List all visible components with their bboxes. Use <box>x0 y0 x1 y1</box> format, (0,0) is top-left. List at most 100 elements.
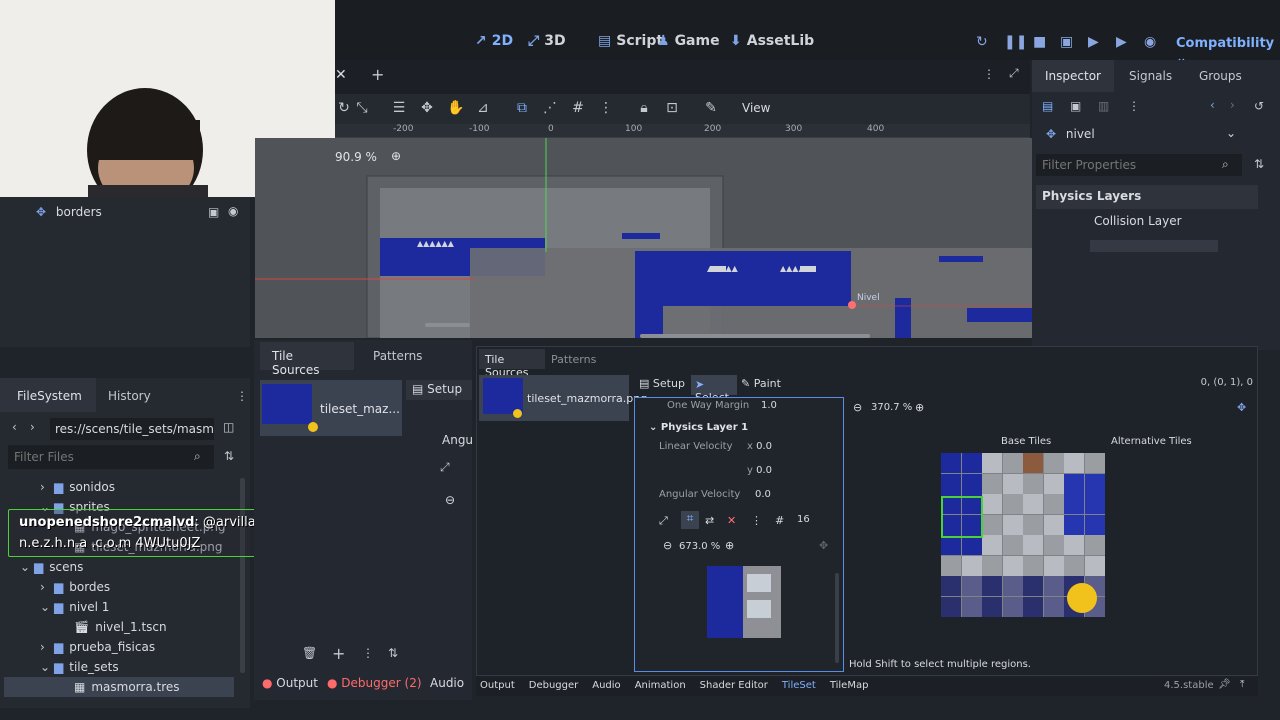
atlas-tile[interactable] <box>982 453 1002 473</box>
grid-snap-icon[interactable]: # <box>570 100 586 116</box>
ruler-tool-icon[interactable]: ⊿ <box>475 100 491 116</box>
atlas-tile[interactable] <box>1064 453 1084 473</box>
new-resource-icon[interactable]: ▤ <box>1042 99 1053 113</box>
atlas-tile[interactable] <box>1064 473 1084 494</box>
close-tab-icon[interactable]: ✕ <box>335 67 347 83</box>
atlas-tile[interactable] <box>961 535 982 555</box>
delete-icon[interactable]: 🗑︎ <box>302 646 317 660</box>
view-menu[interactable]: View <box>742 101 770 115</box>
zoom-in-icon[interactable]: ⊕ <box>725 539 734 552</box>
atlas-tile[interactable] <box>1023 555 1043 576</box>
atlas-tile[interactable] <box>1023 535 1043 555</box>
expand-panel-icon[interactable]: ⤒ <box>1240 679 1244 690</box>
history-back-icon[interactable]: ‹ <box>1210 98 1215 112</box>
zoom-out-icon[interactable]: ⊖ <box>445 493 455 507</box>
atlas-tile[interactable] <box>1084 514 1105 535</box>
atlas-tile[interactable] <box>961 555 982 576</box>
select-mode-button[interactable]: ➤ Select <box>691 375 737 404</box>
flip-h-icon[interactable]: ⇄ <box>705 514 714 527</box>
atlas-tile[interactable] <box>1043 514 1064 535</box>
file-tree-item[interactable]: ⌄ ▆ nivel 1 <box>4 597 234 617</box>
atlas-tile[interactable] <box>1043 453 1064 473</box>
tab-inspector[interactable]: Inspector <box>1032 60 1114 92</box>
bottom-tab-tileset[interactable]: TileSet <box>782 680 816 696</box>
atlas-tile[interactable] <box>1023 576 1043 596</box>
center-view-icon[interactable]: ✥ <box>819 539 828 552</box>
atlas-tile[interactable] <box>982 514 1002 535</box>
tab-history[interactable]: History <box>108 389 151 403</box>
node-selector[interactable]: ✥ nivel ⌄ <box>1036 123 1242 145</box>
atlas-tile[interactable] <box>941 576 961 596</box>
distraction-free-icon[interactable]: ⤢ <box>1009 66 1019 81</box>
group-icon[interactable]: ⊡ <box>664 100 680 116</box>
more-icon[interactable]: ⋮ <box>983 67 995 81</box>
atlas-tile[interactable] <box>1064 535 1084 555</box>
atlas-tile[interactable] <box>1064 555 1084 576</box>
atlas-tile[interactable] <box>982 555 1002 576</box>
atlas-tile[interactable] <box>941 535 961 555</box>
atlas-tile[interactable] <box>982 473 1002 494</box>
bottom-tab-tilemap[interactable]: TileMap <box>830 680 869 696</box>
atlas-source-item[interactable]: tileset_mazmorra.png <box>479 375 647 421</box>
atlas-tile[interactable] <box>1084 473 1105 494</box>
scrollbar[interactable] <box>240 478 245 673</box>
clear-icon[interactable]: ✕ <box>727 514 736 527</box>
file-tree-item[interactable]: ▦ masmorra.tres <box>4 677 234 697</box>
atlas-tile[interactable] <box>1043 494 1064 514</box>
audio-tab-left[interactable]: Audio <box>430 676 464 690</box>
remote-debug-icon[interactable]: ▣ <box>1060 34 1073 50</box>
tab-groups[interactable]: Groups <box>1199 69 1242 83</box>
atlas-tile[interactable] <box>1064 494 1084 514</box>
atlas-tile[interactable] <box>1002 514 1023 535</box>
movie-icon[interactable]: ◉ <box>1144 34 1156 50</box>
grid-size-value[interactable]: 16 <box>797 514 810 525</box>
atlas-tile[interactable] <box>1023 453 1043 473</box>
bottom-tab-output[interactable]: Output <box>480 680 515 696</box>
forward-icon[interactable]: › <box>30 420 35 434</box>
filter-options-icon[interactable]: ⇅ <box>1254 157 1264 171</box>
atlas-tile[interactable] <box>961 576 982 596</box>
bottom-tab-animation[interactable]: Animation <box>635 680 686 696</box>
pin-icon[interactable]: 📌︎ <box>1218 679 1231 690</box>
atlas-tile[interactable] <box>1002 596 1023 617</box>
filter-files-input[interactable] <box>8 445 214 469</box>
file-tree-item[interactable]: › ▆ prueba_fisicas <box>4 637 234 657</box>
atlas-tile[interactable] <box>1002 494 1023 514</box>
atlas-tile[interactable] <box>961 453 982 473</box>
atlas-tile[interactable] <box>982 494 1002 514</box>
back-icon[interactable]: ‹ <box>12 420 17 434</box>
atlas-tile[interactable] <box>1002 555 1023 576</box>
atlas-tile[interactable] <box>1002 535 1023 555</box>
linear-velocity-x[interactable]: x 0.0 <box>747 441 772 452</box>
zoom-out-icon[interactable]: ⊖ <box>663 539 672 552</box>
reload-icon[interactable]: ↻ <box>976 34 988 50</box>
inspector-more-icon[interactable]: ⋮ <box>1128 99 1140 113</box>
sort-sources-icon[interactable]: ⇅ <box>388 646 398 660</box>
scrollbar[interactable] <box>835 573 839 663</box>
paint-mode-button[interactable]: ✎ Paint <box>741 377 781 390</box>
atlas-tile[interactable] <box>1043 555 1064 576</box>
zoom-out-icon[interactable]: ⊖ <box>853 401 862 414</box>
grid-icon[interactable]: # <box>775 514 784 527</box>
file-tree-item[interactable]: › ▆ bordes <box>4 577 234 597</box>
atlas-tile[interactable] <box>1064 514 1084 535</box>
atlas-tile[interactable] <box>961 596 982 617</box>
atlas-tile[interactable] <box>1023 473 1043 494</box>
snap-options-icon[interactable]: ⋰ <box>542 100 558 116</box>
atlas-tile[interactable] <box>1084 535 1105 555</box>
add-tab-icon[interactable]: + <box>371 65 384 84</box>
angular-velocity-value[interactable]: 0.0 <box>755 489 771 500</box>
tab-tile-sources[interactable]: Tile Sources <box>260 342 354 377</box>
atlas-tile[interactable] <box>1002 473 1023 494</box>
atlas-tile[interactable] <box>1084 494 1105 514</box>
atlas-tile[interactable] <box>1002 576 1023 596</box>
atlas-tile[interactable] <box>1023 494 1043 514</box>
split-view-icon[interactable]: ◫ <box>223 420 234 434</box>
toolbar-more-icon[interactable]: ⋮ <box>598 100 614 116</box>
tab-patterns[interactable]: Patterns <box>551 353 596 366</box>
atlas-tile[interactable] <box>1043 473 1064 494</box>
filter-properties-input[interactable] <box>1036 154 1242 176</box>
physics-layer-header[interactable]: ⌄ Physics Layer 1 <box>649 422 748 433</box>
zoom-in-icon[interactable]: ⊕ <box>915 401 924 414</box>
pivot-tool-icon[interactable]: ✥ <box>419 100 435 116</box>
